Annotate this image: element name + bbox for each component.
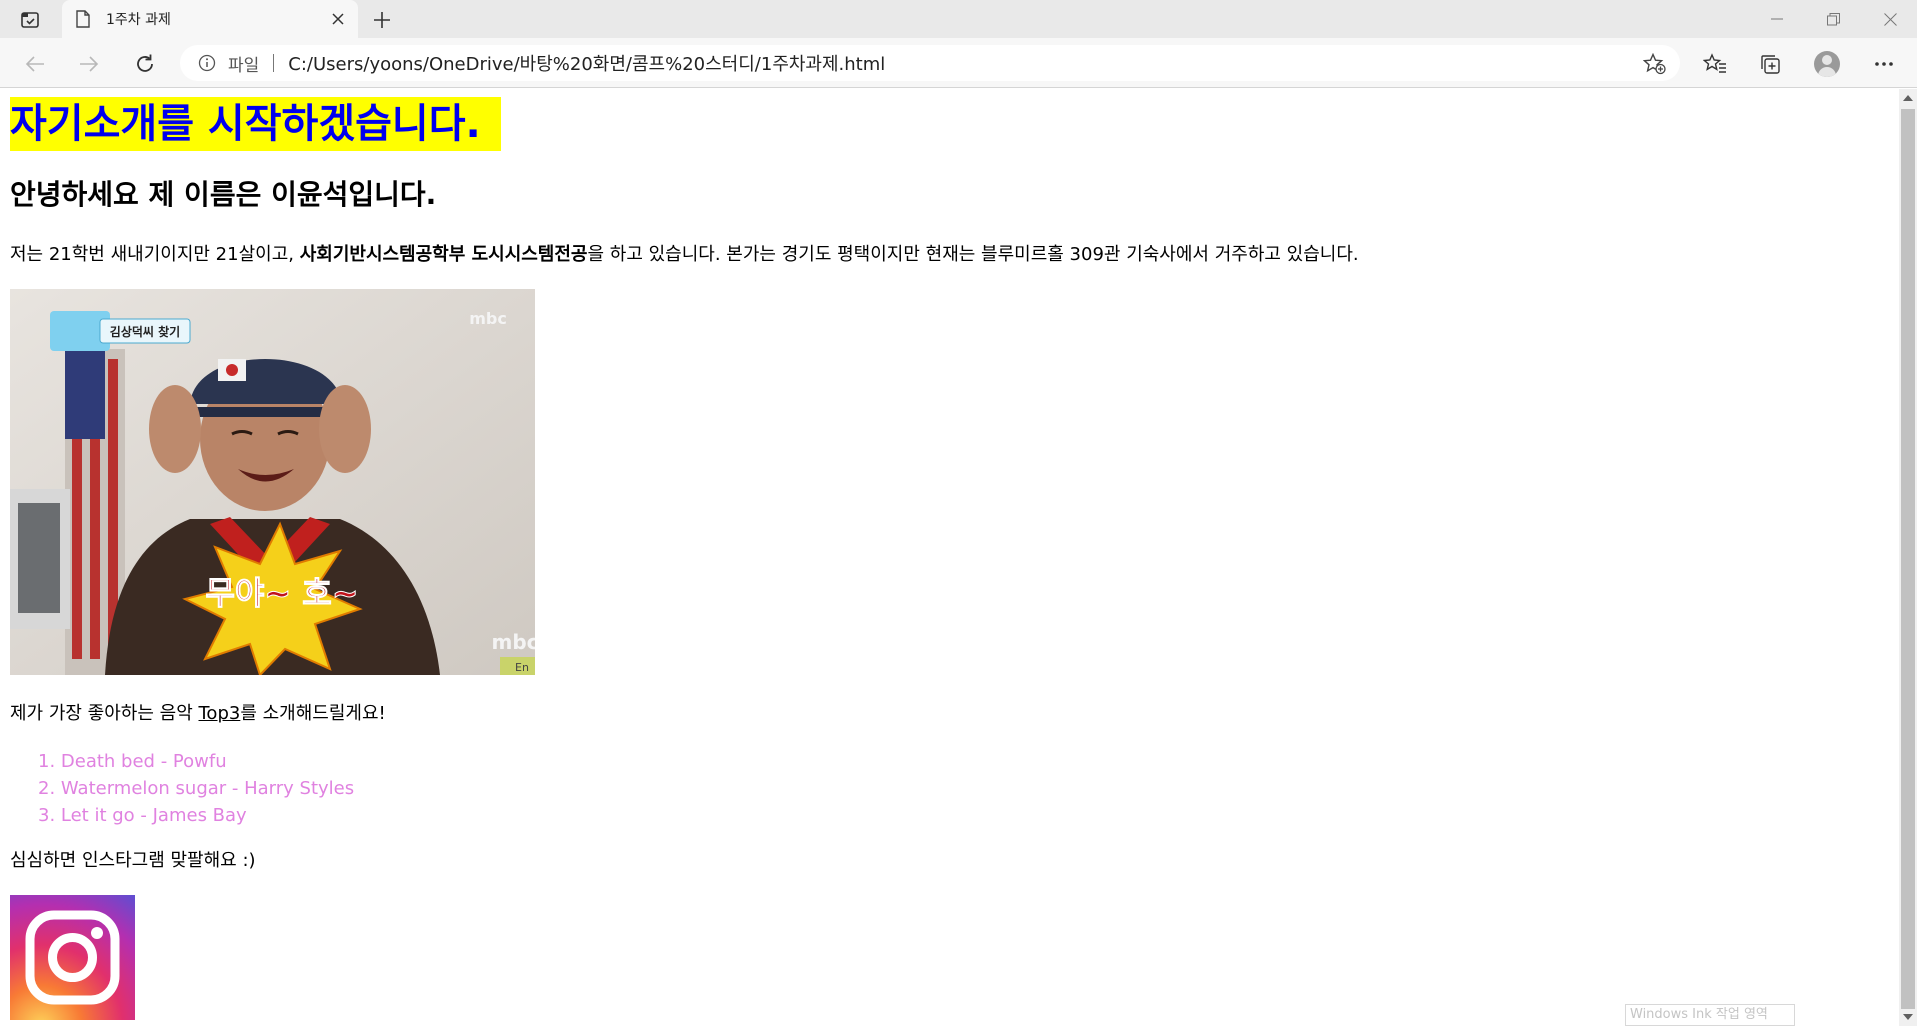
back-button[interactable] [20, 49, 50, 79]
photo-corner-sub: En [515, 661, 529, 674]
profile-button[interactable] [1812, 49, 1842, 79]
settings-menu-button[interactable] [1869, 49, 1899, 79]
add-favorite-button[interactable] [1642, 51, 1668, 77]
photo-watermark: mbc [469, 309, 507, 328]
intro-paragraph: 저는 21학번 새내기이지만 21살이고, 사회기반시스템공학부 도시시스템전공… [10, 242, 1359, 268]
photo-shout-text: 무야~ 호~ [205, 574, 358, 612]
minimize-icon [1771, 18, 1783, 20]
site-info-button[interactable]: 파일 [198, 51, 259, 76]
page-icon [74, 10, 92, 28]
collections-button[interactable] [1755, 49, 1785, 79]
favorites-icon [1703, 53, 1726, 73]
favorites-button[interactable] [1700, 49, 1730, 79]
more-icon [1875, 62, 1893, 66]
reload-icon [137, 54, 153, 72]
navigation-toolbar: 파일 C:/Users/yoons/OneDrive/바탕%20화면/콤프%20… [0, 38, 1917, 88]
list-item: 2. Watermelon sugar - Harry Styles [38, 778, 355, 799]
info-icon [198, 54, 216, 72]
plus-icon [374, 12, 390, 28]
scrollbar-thumb[interactable] [1901, 109, 1915, 1009]
photo-caption-tag: 김상덕씨 찾기 [110, 324, 180, 339]
page-subheading: 안녕하세요 제 이름은 이윤석입니다. [10, 178, 437, 211]
minimize-button[interactable] [1757, 6, 1797, 32]
scroll-down-arrow-icon[interactable] [1903, 1014, 1913, 1020]
close-window-button[interactable] [1870, 6, 1910, 32]
top3-link[interactable]: Top3 [199, 703, 241, 724]
music-list: 1. Death bed - Powfu 2. Watermelon sugar… [38, 748, 354, 829]
list-item: 1. Death bed - Powfu [38, 751, 227, 772]
intro-text-end: 을 하고 있습니다. 본가는 경기도 평택이지만 현재는 블루미르홀 309관 … [587, 244, 1359, 265]
vertical-scrollbar[interactable] [1899, 89, 1917, 1026]
star-add-icon [1643, 53, 1666, 75]
close-tab-icon[interactable] [328, 9, 348, 29]
instagram-icon [10, 895, 135, 1020]
photo-corner-mark: mbc [491, 630, 535, 654]
tab-bar: 1주차 과제 [0, 0, 1917, 38]
tab-actions-icon [21, 12, 39, 28]
restore-icon [1826, 12, 1840, 25]
arrow-right-icon [80, 56, 99, 72]
scheme-label: 파일 [228, 55, 260, 76]
address-bar[interactable]: 파일 C:/Users/yoons/OneDrive/바탕%20화면/콤프%20… [180, 45, 1680, 81]
profile-photo: 김상덕씨 찾기 mbc 무야~ 호~ mbc En [10, 289, 535, 675]
music-intro-start: 제가 가장 좋아하는 음악 [10, 703, 199, 724]
close-icon [1883, 12, 1897, 26]
arrow-left-icon [25, 56, 44, 72]
page-heading: 자기소개를 시작하겠습니다. [10, 97, 501, 151]
tab-title: 1주차 과제 [106, 12, 171, 28]
intro-text-start: 저는 21학번 새내기이지만 21살이고, [10, 244, 300, 265]
address-divider [273, 54, 275, 72]
restore-button[interactable] [1813, 6, 1853, 32]
instagram-invite-text: 심심하면 인스타그램 맞팔해요 :) [10, 850, 256, 871]
list-item: 3. Let it go - James Bay [38, 805, 247, 826]
intro-major-bold: 사회기반시스템공학부 도시시스템전공 [299, 244, 588, 265]
tab-actions-menu-button[interactable] [14, 8, 46, 32]
music-intro-end: 를 소개해드릴게요! [240, 703, 386, 724]
url-text[interactable]: C:/Users/yoons/OneDrive/바탕%20화면/콤프%20스터디… [288, 50, 885, 76]
avatar [1814, 51, 1840, 77]
scroll-up-arrow-icon[interactable] [1903, 95, 1913, 101]
reload-button[interactable] [130, 49, 160, 79]
forward-button[interactable] [74, 49, 104, 79]
collections-icon [1761, 55, 1780, 74]
music-intro-paragraph: 제가 가장 좋아하는 음악 Top3를 소개해드릴게요! [10, 701, 386, 727]
browser-tab[interactable]: 1주차 과제 [62, 0, 358, 38]
instagram-logo[interactable] [10, 895, 135, 1020]
windows-ink-workspace-label: Windows Ink 작업 영역 [1625, 1004, 1795, 1026]
new-tab-button[interactable] [368, 6, 396, 34]
page-content: 자기소개를 시작하겠습니다. 안녕하세요 제 이름은 이윤석입니다. 저는 21… [0, 89, 1899, 1026]
